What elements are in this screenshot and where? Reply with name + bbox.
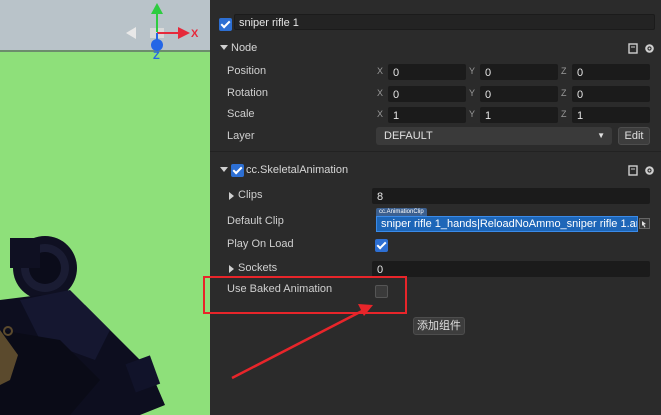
annotation-arrow	[231, 304, 373, 380]
